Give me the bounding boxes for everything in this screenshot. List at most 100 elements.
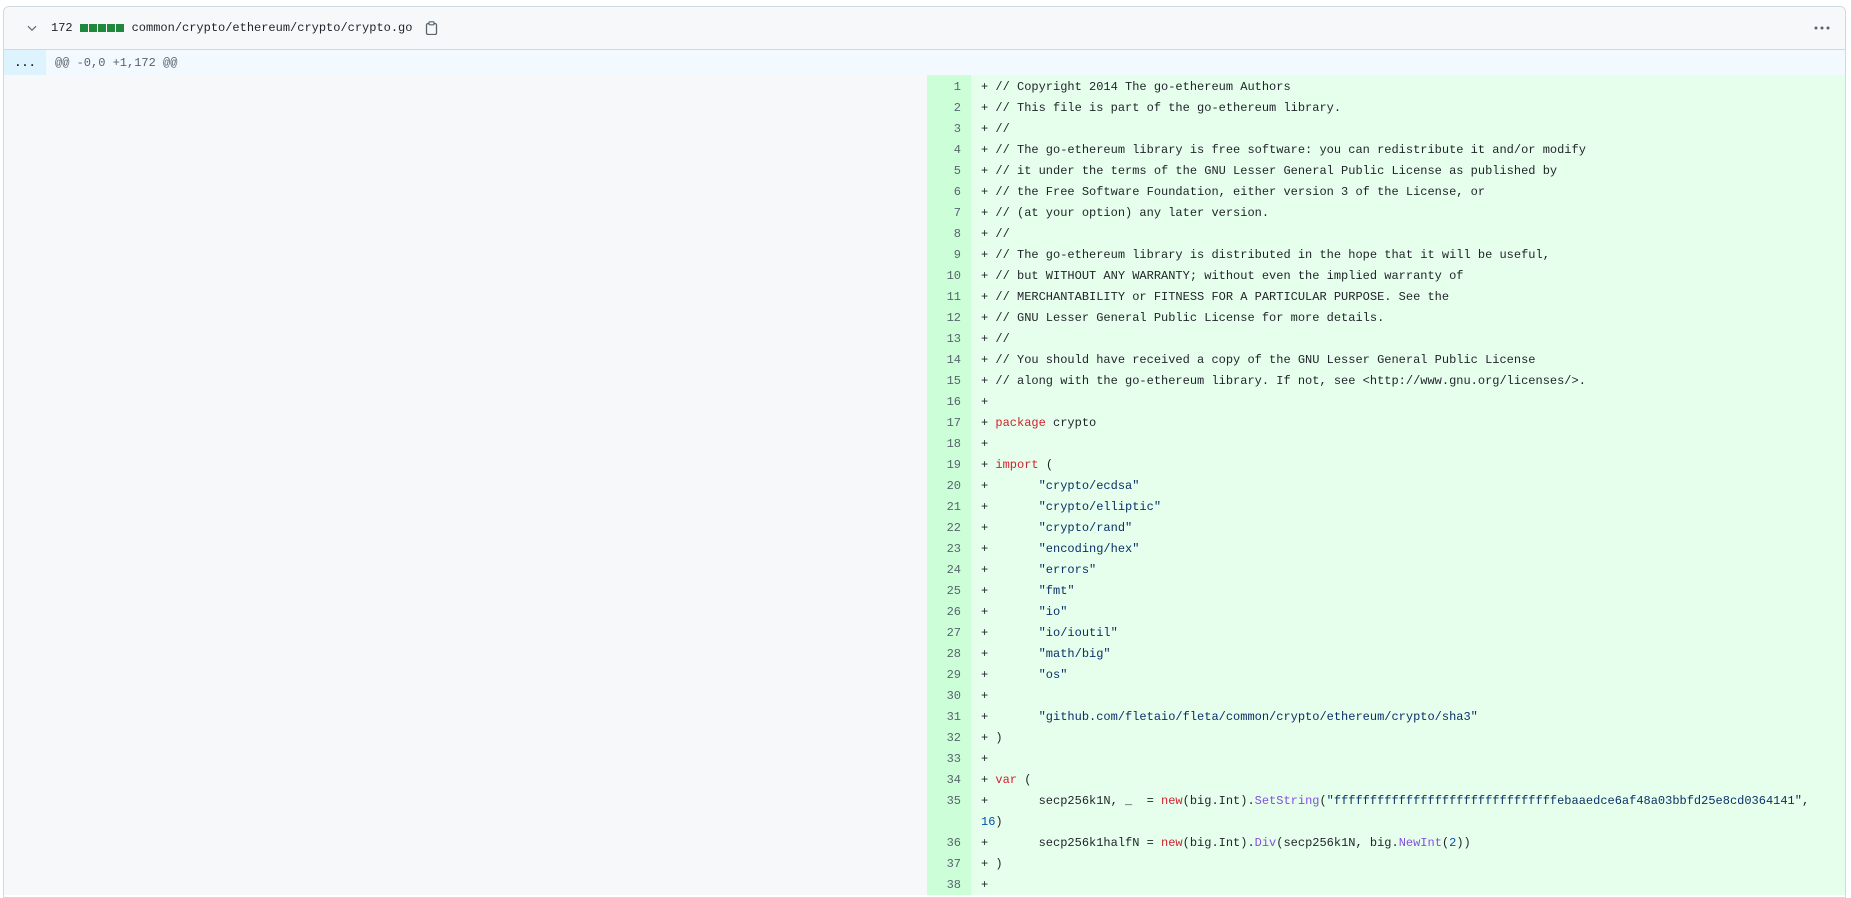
line-number[interactable]: 8 bbox=[927, 224, 971, 245]
line-code: + "io/ioutil" bbox=[971, 623, 1845, 644]
code-token: "crypto/elliptic" bbox=[1038, 500, 1162, 514]
line-code: + ) bbox=[971, 728, 1845, 749]
code-line: 18 + bbox=[927, 434, 1845, 455]
right-pane-additions: 1 + // Copyright 2014 The go-ethereum Aut… bbox=[927, 75, 1845, 895]
line-number[interactable]: 20 bbox=[927, 476, 971, 497]
code-line: 19 + import ( bbox=[927, 455, 1845, 476]
code-line: 22 + "crypto/rand" bbox=[927, 518, 1845, 539]
line-code: + "encoding/hex" bbox=[971, 539, 1845, 560]
code-token: + // bbox=[981, 227, 1010, 241]
code-line: 5 + // it under the terms of the GNU Less… bbox=[927, 161, 1845, 182]
code-line: 25 + "fmt" bbox=[927, 581, 1845, 602]
code-token: "fffffffffffffffffffffffffffffffebaaedce… bbox=[1326, 794, 1802, 808]
line-number[interactable]: 17 bbox=[927, 413, 971, 434]
line-code: + secp256k1N, _ = new(big.Int).SetString… bbox=[971, 791, 1845, 833]
line-number[interactable]: 37 bbox=[927, 854, 971, 875]
line-number[interactable]: 22 bbox=[927, 518, 971, 539]
line-number[interactable]: 15 bbox=[927, 371, 971, 392]
expand-context-button[interactable]: ... bbox=[4, 50, 46, 75]
line-number[interactable]: 24 bbox=[927, 560, 971, 581]
line-code: + secp256k1halfN = new(big.Int).Div(secp… bbox=[971, 833, 1845, 854]
line-number[interactable]: 34 bbox=[927, 770, 971, 791]
code-line: 38 + bbox=[927, 875, 1845, 896]
collapse-chevron-icon[interactable] bbox=[17, 13, 47, 43]
code-token: + // bbox=[981, 332, 1010, 346]
line-number[interactable]: 6 bbox=[927, 182, 971, 203]
line-number[interactable]: 10 bbox=[927, 266, 971, 287]
line-code: + bbox=[971, 686, 1845, 707]
code-token: + bbox=[981, 773, 996, 787]
code-line: 27 + "io/ioutil" bbox=[927, 623, 1845, 644]
line-number[interactable]: 23 bbox=[927, 539, 971, 560]
line-number[interactable]: 35 bbox=[927, 791, 971, 833]
diff-body: 1 + // Copyright 2014 The go-ethereum Aut… bbox=[4, 75, 1845, 895]
line-number[interactable]: 4 bbox=[927, 140, 971, 161]
line-code: + // bbox=[971, 119, 1845, 140]
code-token: + // GNU Lesser General Public License f… bbox=[981, 311, 1385, 325]
code-line: 10 + // but WITHOUT ANY WARRANTY; without… bbox=[927, 266, 1845, 287]
diffstat-block bbox=[97, 24, 106, 32]
code-token: + // it under the terms of the GNU Lesse… bbox=[981, 164, 1558, 178]
line-number[interactable]: 26 bbox=[927, 602, 971, 623]
line-code: + // it under the terms of the GNU Lesse… bbox=[971, 161, 1845, 182]
code-token: new bbox=[1161, 836, 1183, 850]
line-number[interactable]: 19 bbox=[927, 455, 971, 476]
line-number[interactable]: 3 bbox=[927, 119, 971, 140]
code-line: 6 + // the Free Software Foundation, eith… bbox=[927, 182, 1845, 203]
code-line: 7 + // (at your option) any later version… bbox=[927, 203, 1845, 224]
line-number[interactable]: 32 bbox=[927, 728, 971, 749]
line-number[interactable]: 38 bbox=[927, 875, 971, 896]
code-token: + bbox=[981, 521, 1039, 535]
code-line: 37 + ) bbox=[927, 854, 1845, 875]
code-token: + // You should have received a copy of … bbox=[981, 353, 1536, 367]
code-token: "io" bbox=[1038, 605, 1068, 619]
code-token: + bbox=[981, 752, 989, 766]
more-options-icon[interactable] bbox=[1809, 15, 1835, 41]
line-number[interactable]: 36 bbox=[927, 833, 971, 854]
line-number[interactable]: 30 bbox=[927, 686, 971, 707]
code-token: Div bbox=[1254, 836, 1277, 850]
code-line: 30 + bbox=[927, 686, 1845, 707]
code-token: + bbox=[981, 668, 1039, 682]
line-number[interactable]: 16 bbox=[927, 392, 971, 413]
line-number[interactable]: 18 bbox=[927, 434, 971, 455]
code-token: var bbox=[995, 773, 1018, 787]
code-line: 32 + ) bbox=[927, 728, 1845, 749]
line-number[interactable]: 21 bbox=[927, 497, 971, 518]
line-code: + "fmt" bbox=[971, 581, 1845, 602]
line-number[interactable]: 14 bbox=[927, 350, 971, 371]
code-token: + bbox=[981, 626, 1039, 640]
line-code: + // bbox=[971, 224, 1845, 245]
code-line: 4 + // The go-ethereum library is free so… bbox=[927, 140, 1845, 161]
line-number[interactable]: 28 bbox=[927, 644, 971, 665]
diffstat bbox=[79, 24, 124, 32]
line-number[interactable]: 33 bbox=[927, 749, 971, 770]
line-number[interactable]: 29 bbox=[927, 665, 971, 686]
line-number[interactable]: 1 bbox=[927, 77, 971, 98]
code-token: + secp256k1N, _ = bbox=[981, 794, 1162, 808]
code-line: 33 + bbox=[927, 749, 1845, 770]
code-token: "errors" bbox=[1038, 563, 1097, 577]
line-code: + // bbox=[971, 329, 1845, 350]
copy-path-icon[interactable] bbox=[423, 20, 439, 36]
line-number[interactable]: 5 bbox=[927, 161, 971, 182]
line-number[interactable]: 13 bbox=[927, 329, 971, 350]
line-number[interactable]: 31 bbox=[927, 707, 971, 728]
code-line: 1 + // Copyright 2014 The go-ethereum Aut… bbox=[927, 77, 1845, 98]
file-path[interactable]: common/crypto/ethereum/crypto/crypto.go bbox=[132, 21, 413, 35]
line-number[interactable]: 2 bbox=[927, 98, 971, 119]
line-number[interactable]: 11 bbox=[927, 287, 971, 308]
line-number[interactable]: 7 bbox=[927, 203, 971, 224]
line-number[interactable]: 9 bbox=[927, 245, 971, 266]
line-code: + // but WITHOUT ANY WARRANTY; without e… bbox=[971, 266, 1845, 287]
line-number[interactable]: 27 bbox=[927, 623, 971, 644]
left-pane-empty bbox=[4, 75, 927, 895]
line-code: + "github.com/fletaio/fleta/common/crypt… bbox=[971, 707, 1845, 728]
line-number[interactable]: 25 bbox=[927, 581, 971, 602]
code-token: + bbox=[981, 395, 989, 409]
line-code: + bbox=[971, 392, 1845, 413]
diffstat-block bbox=[106, 24, 115, 32]
code-token: + // This file is part of the go-ethereu… bbox=[981, 101, 1342, 115]
line-number[interactable]: 12 bbox=[927, 308, 971, 329]
code-token: + // but WITHOUT ANY WARRANTY; without e… bbox=[981, 269, 1464, 283]
